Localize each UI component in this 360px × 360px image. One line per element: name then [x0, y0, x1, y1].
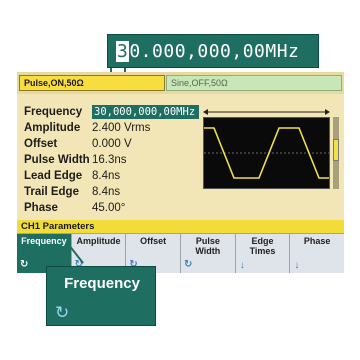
instrument-display: Pulse,ON,50Ω Sine,OFF,50Ω Frequency 30,0… — [17, 72, 345, 273]
param-value: 2.400 Vrms — [92, 122, 151, 134]
param-label: Phase — [24, 202, 58, 214]
tab-channel-2[interactable]: Sine,OFF,50Ω — [166, 75, 342, 91]
channel-tab-bar: Pulse,ON,50Ω Sine,OFF,50Ω — [17, 72, 344, 94]
edit-cursor-digit: 3 — [116, 40, 130, 62]
softkey-pulse-width[interactable]: Pulse Width ↻ — [181, 233, 236, 273]
param-value: 0.000 V — [92, 138, 132, 150]
softkey-edge-times[interactable]: Edge Times ↓ — [235, 233, 291, 273]
tab-channel-1[interactable]: Pulse,ON,50Ω — [19, 75, 165, 91]
softkey-zoom-label: Frequency — [64, 275, 140, 292]
param-value: 16.3ns — [92, 154, 127, 166]
softkey-zoom-callout: Frequency ↻ — [46, 266, 156, 326]
param-label: Amplitude — [24, 122, 81, 134]
down-arrow-icon: ↓ — [294, 260, 300, 271]
param-value-selected[interactable]: 30,000,000,00MHz — [92, 105, 200, 119]
pulse-waveform — [204, 127, 329, 179]
knob-icon: ↻ — [184, 259, 193, 270]
param-value: 45.00° — [92, 202, 126, 214]
param-label: Pulse Width — [24, 154, 90, 166]
knob-icon: ↻ — [55, 303, 70, 322]
scroll-track[interactable] — [333, 117, 339, 189]
param-label: Frequency — [24, 106, 83, 118]
knob-icon: ↻ — [20, 259, 29, 270]
param-label: Trail Edge — [24, 186, 79, 198]
period-marker — [203, 109, 330, 115]
param-label: Offset — [24, 138, 58, 150]
softkey-phase[interactable]: Phase ↓ — [290, 233, 345, 273]
frequency-zoom-value: 30.000,000,00MHz — [116, 40, 300, 62]
param-value: 8.4ns — [92, 170, 121, 182]
scroll-thumb[interactable] — [333, 139, 339, 161]
waveform-preview — [203, 117, 330, 189]
callout-connector — [48, 246, 50, 268]
param-value: 8.4ns — [92, 186, 121, 198]
down-arrow-icon: ↓ — [239, 260, 245, 271]
param-label: Lead Edge — [24, 170, 83, 182]
frequency-zoom-callout: 30.000,000,00MHz — [107, 34, 319, 68]
channel-params-title: CH1 Parameters — [17, 220, 344, 233]
